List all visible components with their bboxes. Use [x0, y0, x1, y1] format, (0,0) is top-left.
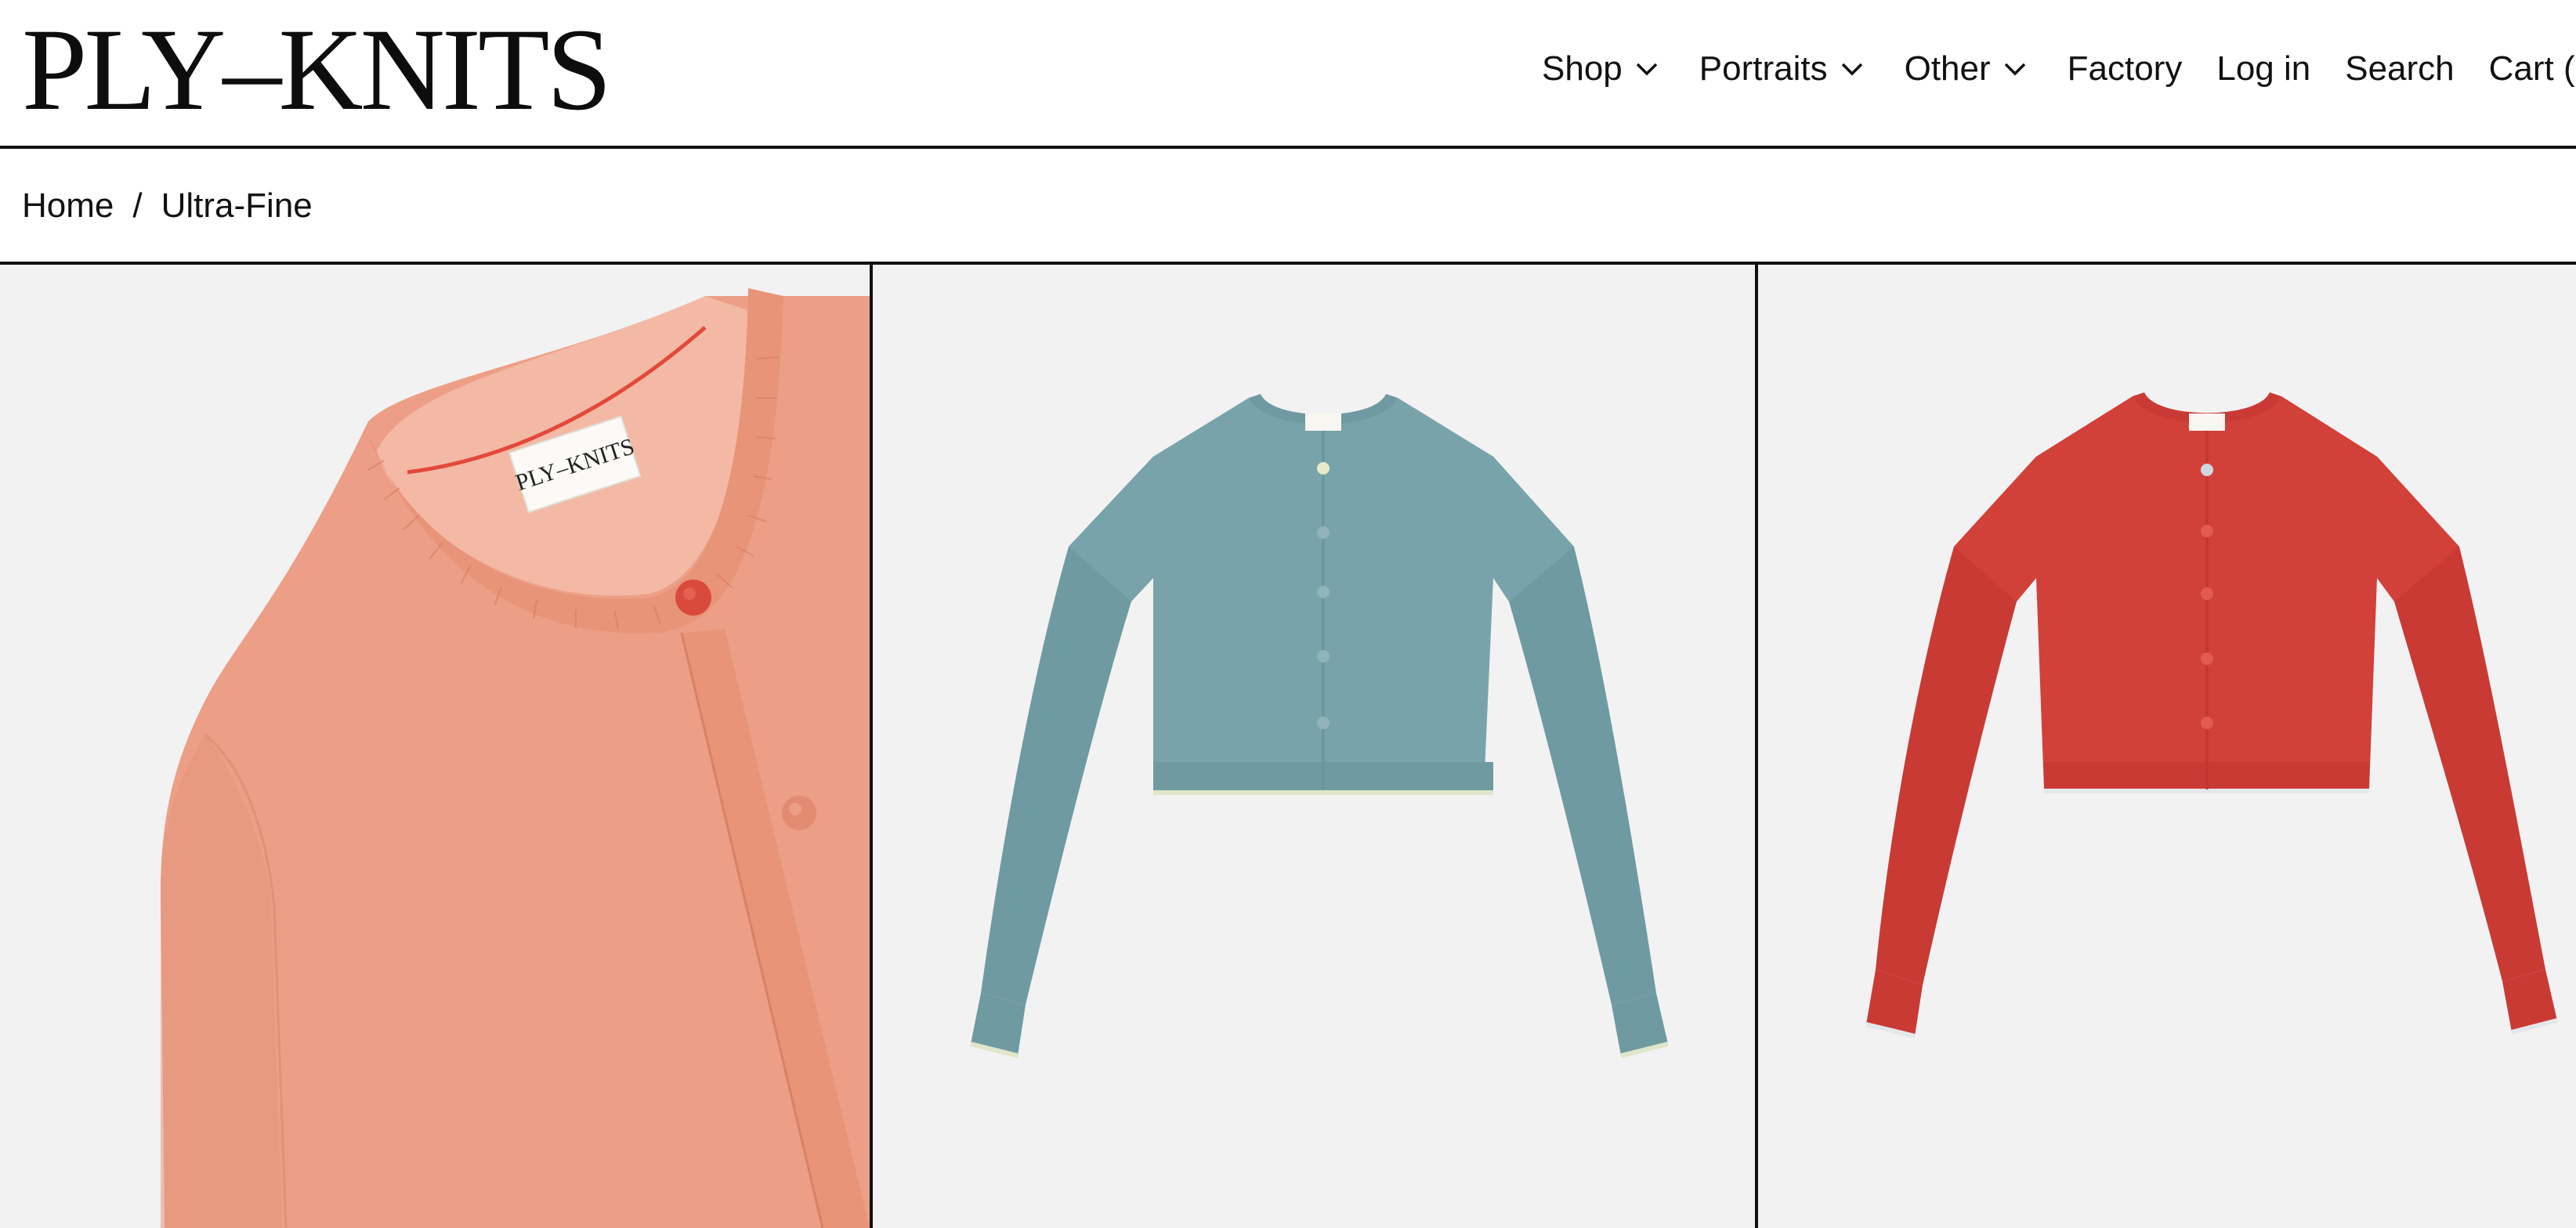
product-gallery: PLY–KNITS [0, 265, 2576, 1228]
chevron-down-icon [2004, 63, 2025, 76]
product-image-red-cardigan[interactable] [1758, 265, 2576, 1228]
nav-other-label: Other [1904, 49, 1991, 88]
breadcrumb-home[interactable]: Home [22, 186, 114, 226]
breadcrumb-current: Ultra-Fine [161, 186, 313, 225]
nav-login[interactable]: Log in [2216, 49, 2310, 88]
nav-shop-label: Shop [1542, 49, 1623, 88]
gallery-divider [1755, 265, 1758, 1228]
cardigan-detail-illustration: PLY–KNITS [0, 265, 870, 1228]
cardigan-illustration [1758, 265, 2576, 1228]
product-image-blue-cardigan[interactable] [873, 265, 1755, 1228]
gallery-divider [870, 265, 873, 1228]
nav-cart[interactable]: Cart ( [2489, 49, 2575, 88]
main-nav: Shop Portraits Other Factory Log in Sear… [1542, 41, 2575, 97]
nav-shop[interactable]: Shop [1542, 49, 1659, 88]
site-logo[interactable]: PLY–KNITS [22, 11, 612, 128]
breadcrumb-separator: / [132, 186, 143, 225]
chevron-down-icon [1636, 63, 1658, 76]
chevron-down-icon [1841, 63, 1862, 76]
nav-portraits[interactable]: Portraits [1699, 49, 1864, 88]
nav-search[interactable]: Search [2345, 49, 2454, 88]
nav-other[interactable]: Other [1905, 49, 2027, 88]
breadcrumb: Home / Ultra-Fine [22, 186, 313, 226]
product-image-peach-detail[interactable]: PLY–KNITS [0, 265, 870, 1228]
cardigan-illustration [873, 265, 1755, 1228]
breadcrumb-bar: Home / Ultra-Fine [0, 149, 2576, 265]
nav-portraits-label: Portraits [1699, 49, 1828, 88]
nav-factory[interactable]: Factory [2068, 49, 2183, 88]
site-header: PLY–KNITS Shop Portraits Other Factory L… [0, 0, 2576, 149]
